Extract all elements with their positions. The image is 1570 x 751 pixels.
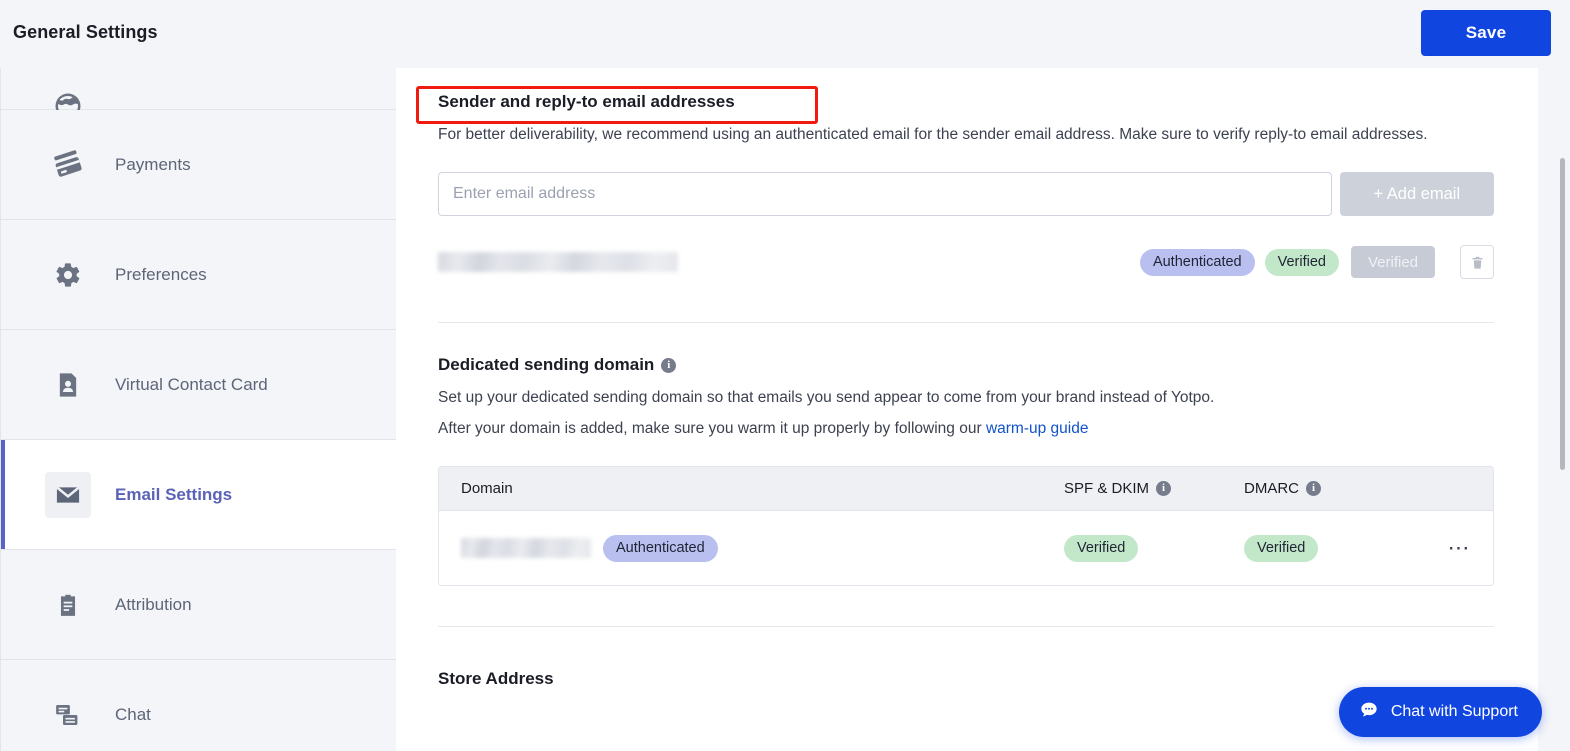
- page-scrollbar-track[interactable]: [1556, 60, 1568, 751]
- info-icon[interactable]: i: [1156, 481, 1172, 496]
- table-row: Authenticated Verified Verified ⋯: [439, 511, 1493, 585]
- chat-with-support-button[interactable]: Chat with Support: [1338, 687, 1542, 737]
- top-bar: General Settings Save: [0, 0, 1570, 68]
- table-header-row: Domain SPF & DKIM i DMARC i: [439, 467, 1493, 511]
- sidebar-item-label: Preferences: [115, 264, 207, 284]
- sidebar-item-attribution[interactable]: Attribution: [0, 550, 396, 660]
- verify-button[interactable]: Verified: [1351, 246, 1435, 278]
- column-header-spf-dkim: SPF & DKIM i: [1064, 480, 1244, 497]
- cell-dmarc: Verified: [1244, 534, 1414, 562]
- status-badge-verified: Verified: [1064, 534, 1139, 562]
- sidebar-item-label: Payments: [115, 154, 191, 174]
- sidebar-item-email-settings[interactable]: Email Settings: [0, 440, 396, 550]
- status-badge-authenticated: Authenticated: [603, 534, 718, 562]
- page-title: General Settings: [13, 22, 158, 42]
- warm-up-guide-link[interactable]: warm-up guide: [986, 420, 1089, 437]
- status-badge-authenticated: Authenticated: [1139, 248, 1255, 276]
- section-divider: [438, 626, 1494, 627]
- sidebar-item-chat[interactable]: Chat: [0, 660, 396, 751]
- sidebar-item-label: Email Settings: [115, 484, 233, 504]
- credit-cards-icon: [45, 142, 91, 188]
- sender-section-description: For better deliverability, we recommend …: [438, 126, 1428, 143]
- contact-card-icon: [45, 362, 91, 408]
- chat-bubble-icon: [1359, 700, 1379, 725]
- sidebar-item-label: Chat: [115, 704, 151, 724]
- column-header-domain: Domain: [461, 480, 513, 497]
- sender-section-title: Sender and reply-to email addresses: [438, 92, 735, 111]
- sidebar-item-label: Virtual Contact Card: [115, 374, 268, 394]
- sidebar-item-virtual-contact-card[interactable]: Virtual Contact Card: [0, 330, 396, 440]
- status-badge-verified: Verified: [1264, 248, 1339, 276]
- gear-icon: [45, 252, 91, 298]
- sidebar-item-preferences[interactable]: Preferences: [0, 220, 396, 330]
- clipboard-icon: [45, 582, 91, 628]
- email-input[interactable]: [438, 172, 1332, 216]
- trash-icon[interactable]: [1460, 245, 1494, 279]
- domain-section-description-line1: Set up your dedicated sending domain so …: [438, 389, 1215, 406]
- domain-section-description-line2: After your domain is added, make sure yo…: [438, 413, 1484, 444]
- info-icon[interactable]: i: [661, 357, 677, 373]
- domain-section-title-text: Dedicated sending domain: [438, 355, 655, 374]
- redacted-domain-name: [461, 538, 591, 558]
- chat-widget-label: Chat with Support: [1390, 703, 1518, 720]
- main-content-panel: Sender and reply-to email addresses For …: [396, 60, 1538, 751]
- kebab-menu-icon[interactable]: ⋯: [1448, 537, 1472, 559]
- chat-bubbles-icon: [45, 692, 91, 738]
- page-scrollbar-thumb[interactable]: [1560, 158, 1565, 470]
- save-button[interactable]: Save: [1421, 10, 1551, 56]
- column-header-dmarc-text: DMARC: [1244, 480, 1299, 497]
- cell-spf-dkim: Verified: [1064, 534, 1244, 562]
- cell-actions: ⋯: [1414, 537, 1493, 559]
- column-header-dmarc: DMARC i: [1244, 480, 1414, 497]
- envelope-icon: [45, 471, 91, 518]
- domain-section-title: Dedicated sending domain i: [438, 355, 677, 375]
- status-badge-verified: Verified: [1244, 534, 1319, 562]
- email-entry-row: + Add email: [438, 172, 1494, 216]
- settings-sidebar[interactable]: Country Limitations Payments: [0, 60, 396, 751]
- add-email-button[interactable]: + Add email: [1339, 172, 1494, 216]
- cell-domain: Authenticated: [439, 534, 1064, 562]
- redacted-email-address: [438, 252, 678, 272]
- sidebar-item-payments[interactable]: Payments: [0, 110, 396, 220]
- domain-table: Domain SPF & DKIM i DMARC i Authenticate…: [438, 466, 1494, 586]
- domain-description-prefix: After your domain is added, make sure yo…: [438, 420, 986, 437]
- sidebar-item-label: Attribution: [115, 594, 192, 614]
- sender-email-row: Authenticated Verified Verified: [438, 242, 1494, 282]
- store-address-title: Store Address: [438, 669, 554, 688]
- info-icon[interactable]: i: [1306, 481, 1321, 496]
- app-root: General Settings Save Country Limitation…: [0, 0, 1570, 751]
- column-header-spf-dkim-text: SPF & DKIM: [1064, 480, 1150, 497]
